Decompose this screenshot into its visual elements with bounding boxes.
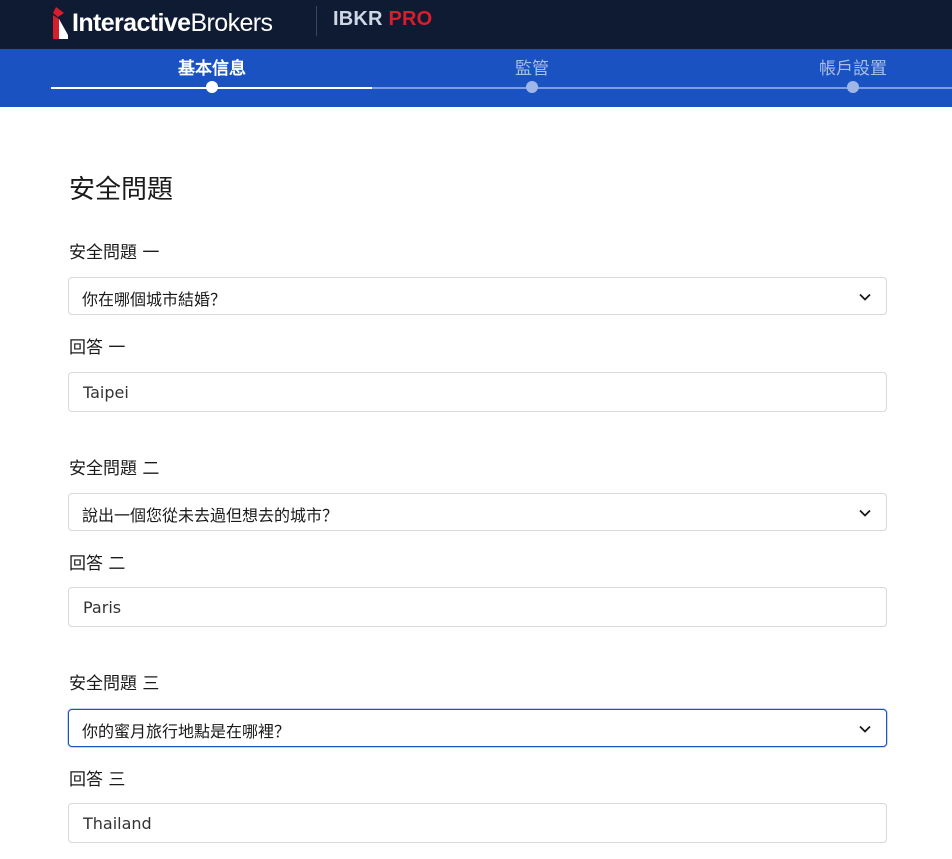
answer-1-input[interactable]: Taipei	[68, 372, 887, 412]
step-dot	[847, 81, 859, 93]
step-label: 監管	[515, 59, 549, 79]
chevron-down-icon	[859, 509, 871, 517]
step-label: 基本信息	[178, 59, 246, 79]
product-name: IBKR PRO	[333, 8, 432, 31]
header-divider	[316, 6, 317, 36]
chevron-down-icon	[859, 725, 871, 733]
brand-name-light: Brokers	[190, 8, 273, 37]
ib-logo-icon	[53, 7, 68, 39]
answer-2-input[interactable]: Paris	[68, 587, 887, 627]
answer-3-label: 回答 三	[69, 770, 126, 790]
question-1-selected-value: 你在哪個城市結婚？	[82, 290, 227, 309]
answer-1-label: 回答 一	[69, 338, 126, 358]
chevron-down-icon	[859, 293, 871, 301]
question-3-select[interactable]: 你的蜜月旅行地點是在哪裡？	[68, 709, 887, 747]
answer-3-value: Thailand	[83, 814, 152, 833]
question-2-selected-value: 說出一個您從未去過但想去的城市？	[82, 506, 339, 525]
answer-1-value: Taipei	[83, 383, 129, 402]
answer-3-input[interactable]: Thailand	[68, 803, 887, 843]
product-name-pro: PRO	[388, 8, 433, 30]
progress-line-remaining	[372, 87, 952, 89]
brand-name-bold: Interactive	[72, 8, 191, 37]
question-2-label: 安全問題 二	[69, 459, 160, 479]
step-dot	[526, 81, 538, 93]
question-1-label: 安全問題 一	[69, 243, 160, 263]
progress-stepper: 基本信息 監管 帳戶設置	[0, 49, 952, 107]
top-header: Interactive Brokers IBKR PRO	[0, 0, 952, 49]
interactive-brokers-logo[interactable]: Interactive Brokers	[50, 3, 273, 43]
question-3-selected-value: 你的蜜月旅行地點是在哪裡？	[82, 722, 291, 741]
answer-2-label: 回答 二	[69, 554, 126, 574]
answer-2-value: Paris	[83, 598, 122, 617]
question-3-label: 安全問題 三	[69, 674, 160, 694]
question-2-select[interactable]: 說出一個您從未去過但想去的城市？	[68, 493, 887, 531]
product-name-ibkr: IBKR	[333, 8, 383, 30]
step-dot-active	[206, 81, 218, 93]
step-label: 帳戶設置	[819, 59, 887, 79]
question-1-select[interactable]: 你在哪個城市結婚？	[68, 277, 887, 315]
page-title: 安全問題	[69, 175, 174, 205]
